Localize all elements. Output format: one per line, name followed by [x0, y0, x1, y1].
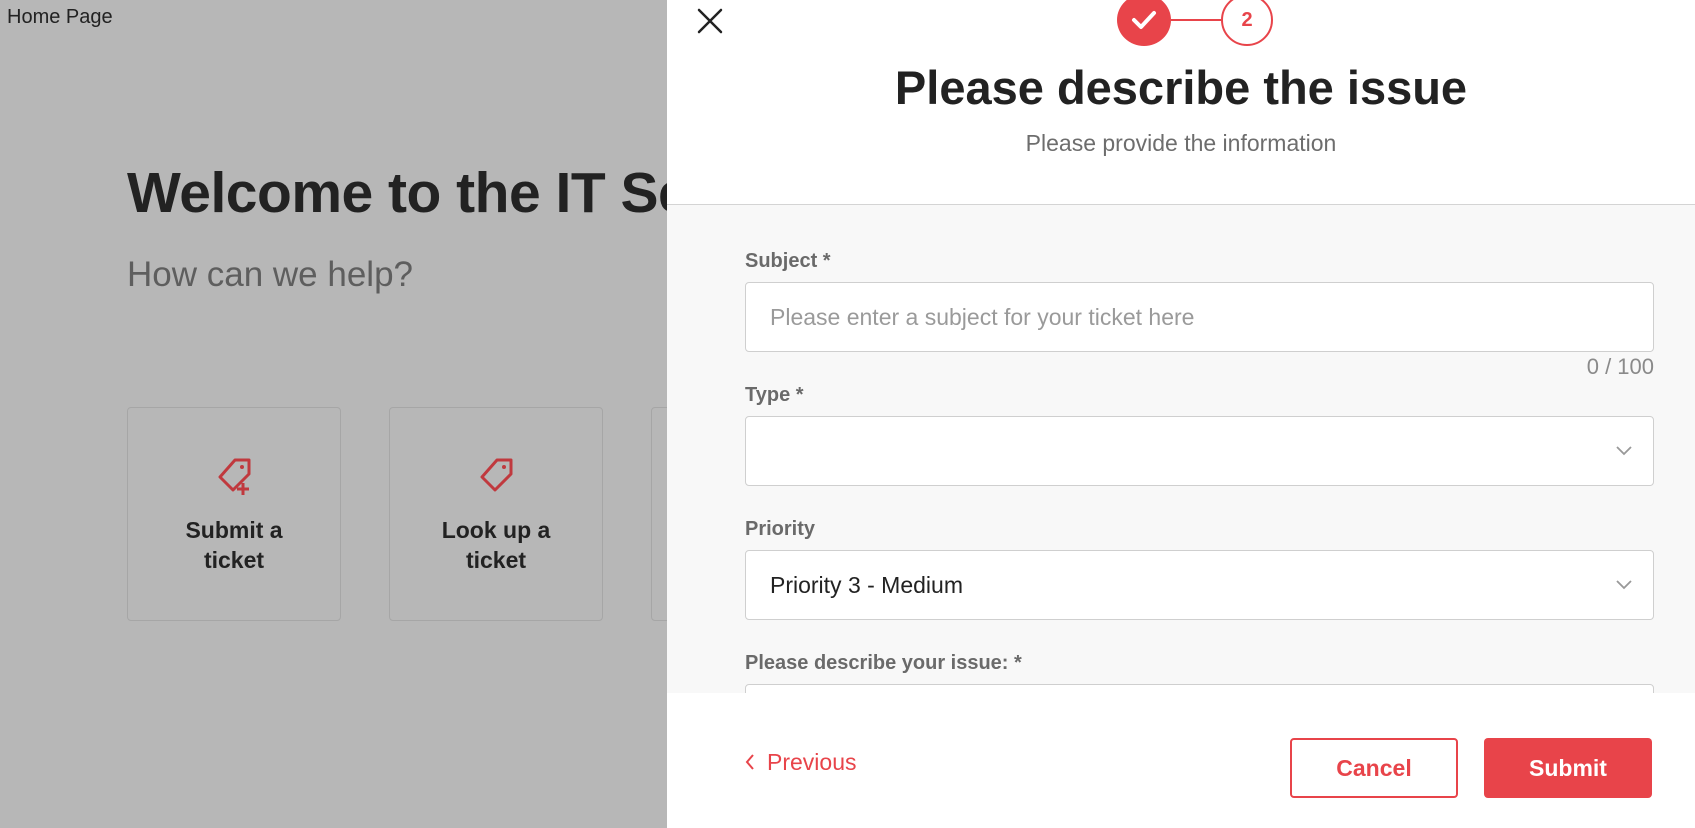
previous-button[interactable]: Previous — [745, 747, 856, 777]
type-select[interactable] — [745, 416, 1654, 486]
priority-label: Priority — [745, 518, 816, 540]
lookup-ticket-tile[interactable]: Look up a ticket — [389, 407, 603, 621]
panel-title: Please describe the issue — [894, 61, 1468, 114]
chevron-left-icon — [745, 754, 754, 770]
chevron-down-icon — [1616, 580, 1632, 590]
tag-icon — [480, 458, 513, 492]
home-page-label: Home Page — [7, 6, 113, 28]
subject-label: Subject * — [745, 250, 831, 272]
step-2-current: 2 — [1221, 0, 1273, 46]
help-subtitle: How can we help? — [127, 255, 413, 294]
description-textarea[interactable] — [745, 684, 1654, 693]
previous-label: Previous — [767, 748, 857, 775]
submit-ticket-tile[interactable]: Submit a ticket — [127, 407, 341, 621]
priority-select-value: Priority 3 - Medium — [770, 572, 963, 598]
stepper: 2 — [1117, 0, 1273, 46]
submit-button[interactable]: Submit — [1484, 738, 1652, 798]
chevron-down-icon — [1616, 446, 1632, 456]
submit-ticket-label: Submit a ticket — [185, 517, 283, 573]
third-tile[interactable] — [651, 407, 667, 621]
lookup-ticket-label: Look up a ticket — [441, 517, 551, 573]
description-label: Please describe your issue: * — [745, 652, 1022, 674]
ticket-side-panel: 2 Please describe the issue Please provi… — [667, 0, 1695, 828]
subject-input[interactable] — [746, 283, 1653, 351]
subject-char-counter: 0 / 100 — [1586, 354, 1654, 379]
close-icon[interactable] — [695, 6, 725, 36]
welcome-heading: Welcome to the IT Serv — [127, 161, 667, 225]
priority-select[interactable]: Priority 3 - Medium — [745, 550, 1654, 620]
checkmark-icon — [1132, 11, 1156, 29]
tag-plus-icon — [218, 458, 251, 495]
subject-field — [745, 282, 1654, 352]
ticket-form: Subject * 0 / 100 Type * Priority Priori… — [667, 205, 1695, 693]
panel-footer: Previous Cancel Submit — [667, 693, 1695, 828]
panel-subtitle: Please provide the information — [1025, 130, 1337, 156]
background-page: Home Page Welcome to the IT Serv How can… — [0, 0, 667, 828]
stepper-connector — [1171, 19, 1221, 21]
cancel-button[interactable]: Cancel — [1290, 738, 1458, 798]
step-1-completed — [1117, 0, 1171, 46]
type-label: Type * — [745, 384, 804, 406]
